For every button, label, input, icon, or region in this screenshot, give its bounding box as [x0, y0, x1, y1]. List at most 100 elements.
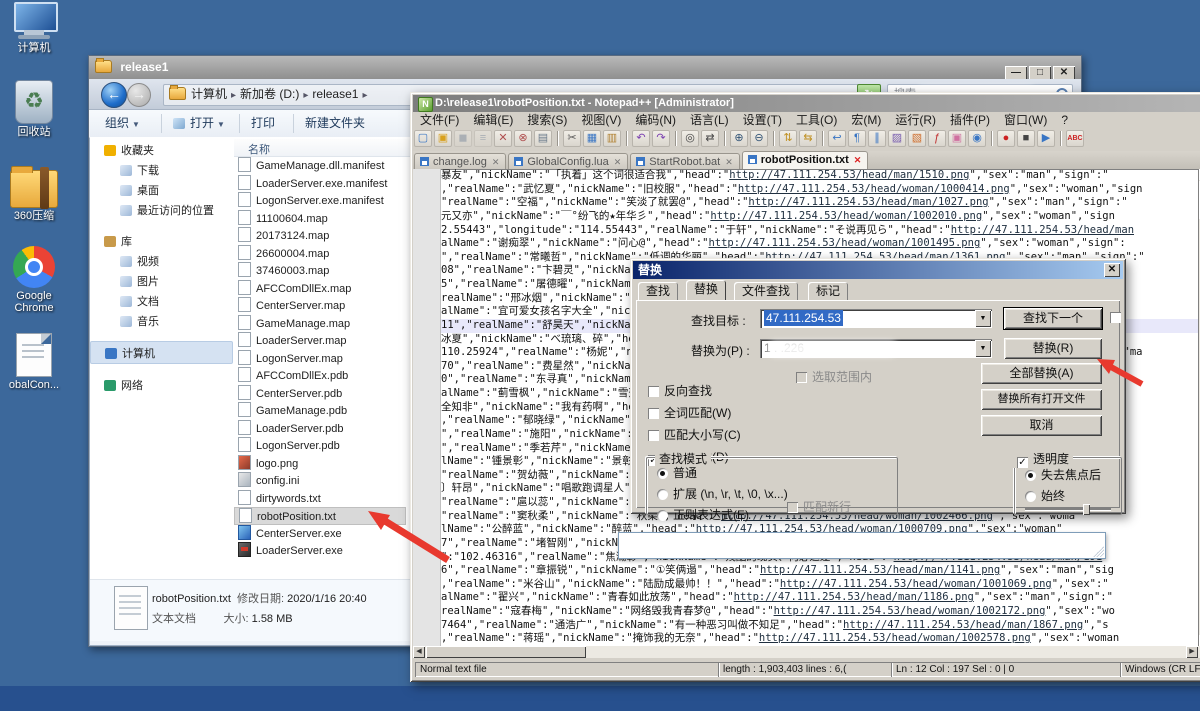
desktop-icon-recycle-bin[interactable]: ♻ 回收站: [2, 80, 66, 138]
replace-all-open-files-button[interactable]: 替换所有打开文件: [981, 389, 1102, 410]
menu-item[interactable]: 语言(L): [683, 113, 736, 127]
sidebar-item-1[interactable]: 收藏夹: [90, 139, 233, 160]
dialog-titlebar[interactable]: 替换 ✕: [633, 261, 1123, 279]
close-icon[interactable]: ✕: [494, 130, 512, 147]
menu-item[interactable]: 编辑(E): [466, 113, 520, 127]
replace-all-button[interactable]: 全部替换(A): [981, 363, 1102, 384]
search-mode-radio[interactable]: 正则表达式(E): [657, 506, 788, 523]
search-mode-radio[interactable]: 普通: [657, 464, 788, 481]
option-checkbox[interactable]: 全词匹配(W): [648, 404, 741, 421]
editor-tab-change-log[interactable]: change.log✕: [414, 153, 506, 170]
file-row[interactable]: LoaderServer.exe: [234, 542, 406, 560]
search-mode-radio[interactable]: 扩展 (\n, \r, \t, \0, \x...): [657, 485, 788, 502]
macro-record-icon[interactable]: ●: [997, 130, 1015, 147]
cancel-button[interactable]: 取消: [981, 415, 1102, 436]
file-row[interactable]: LoaderServer.map: [234, 332, 406, 350]
file-row[interactable]: LogonServer.exe.manifest: [234, 192, 406, 210]
menu-item[interactable]: ?: [1054, 113, 1075, 127]
toolbar-item-1[interactable]: 组织▼: [105, 115, 140, 133]
file-row[interactable]: CenterServer.exe: [234, 525, 406, 543]
sidebar-item-4[interactable]: 网络: [90, 374, 233, 395]
macro-stop-icon[interactable]: ■: [1017, 130, 1035, 147]
find-next-button[interactable]: 查找下一个: [1004, 308, 1102, 329]
tab-close-icon[interactable]: ✕: [720, 157, 733, 167]
back-button[interactable]: ←: [101, 82, 127, 108]
file-row[interactable]: LogonServer.pdb: [234, 437, 406, 455]
show-all-chars-icon[interactable]: ¶: [848, 130, 866, 147]
file-row[interactable]: LoaderServer.exe.manifest: [234, 175, 406, 193]
horizontal-scrollbar[interactable]: ◀ ▶: [413, 646, 1200, 658]
undo-icon[interactable]: ↶: [632, 130, 650, 147]
cut-icon[interactable]: ✂: [563, 130, 581, 147]
chevron-down-icon[interactable]: ▼: [975, 310, 991, 327]
tab-close-icon[interactable]: ✕: [849, 155, 862, 165]
file-row[interactable]: config.ini: [234, 472, 406, 490]
menu-item[interactable]: 窗口(W): [997, 113, 1054, 127]
file-row[interactable]: 26600004.map: [234, 245, 406, 263]
monitoring-icon[interactable]: ◉: [968, 130, 986, 147]
breadcrumb-separator-icon[interactable]: ▸: [299, 90, 312, 101]
sidebar-subitem[interactable]: 桌面: [90, 180, 233, 200]
desktop-icon-computer[interactable]: 计算机: [2, 2, 66, 54]
file-row[interactable]: 11100604.map: [234, 210, 406, 228]
file-row[interactable]: GameManage.dll.manifest: [234, 157, 406, 175]
resize-grip-icon[interactable]: [1093, 546, 1104, 557]
transparency-mode-radio[interactable]: 失去焦点后: [1025, 466, 1101, 483]
transparency-mode-radio[interactable]: 始终: [1025, 487, 1101, 504]
breadcrumb-separator-icon[interactable]: ▸: [358, 90, 371, 101]
notepadpp-titlebar[interactable]: N D:\release1\robotPosition.txt - Notepa…: [413, 95, 1200, 112]
sidebar-item-2[interactable]: 库: [90, 230, 233, 251]
forward-button[interactable]: →: [127, 83, 151, 107]
desktop-icon-chrome[interactable]: Google Chrome: [2, 246, 66, 314]
dialog-tab-active[interactable]: 替换: [686, 280, 726, 300]
file-row[interactable]: LoaderServer.pdb: [234, 420, 406, 438]
desktop-icon-globalcon-file[interactable]: obalCon...: [2, 333, 66, 391]
doc-switcher-icon[interactable]: ▧: [908, 130, 926, 147]
doc-map-icon[interactable]: ▨: [888, 130, 906, 147]
tab-close-icon[interactable]: ✕: [487, 157, 500, 167]
menu-item[interactable]: 插件(P): [943, 113, 997, 127]
copy-icon[interactable]: ▦: [583, 130, 601, 147]
breadcrumb-segment[interactable]: release1: [312, 87, 358, 101]
option-checkbox[interactable]: 匹配大小写(C): [648, 426, 741, 443]
function-list-icon[interactable]: ƒ: [928, 130, 946, 147]
sidebar-subitem[interactable]: 音乐: [90, 311, 233, 331]
file-row[interactable]: 20173124.map: [234, 227, 406, 245]
explorer-titlebar[interactable]: release1 —□✕: [89, 56, 1081, 79]
paste-icon[interactable]: ▥: [603, 130, 621, 147]
slider-thumb[interactable]: [1083, 504, 1090, 515]
dialog-tab-inactive[interactable]: 文件查找: [734, 282, 798, 300]
sidebar-subitem[interactable]: 下载: [90, 160, 233, 180]
menu-item[interactable]: 工具(O): [789, 113, 844, 127]
file-row[interactable]: GameManage.map: [234, 315, 406, 333]
sidebar-subitem[interactable]: 最近访问的位置: [90, 200, 233, 220]
menu-item[interactable]: 宏(M): [844, 113, 888, 127]
close-all-icon[interactable]: ⊗: [514, 130, 532, 147]
replace-icon[interactable]: ⇄: [701, 130, 719, 147]
editor-tab-GlobalConfig-lua[interactable]: GlobalConfig.lua✕: [508, 153, 628, 170]
dialog-tab-inactive[interactable]: 查找: [638, 282, 678, 300]
file-row[interactable]: CenterServer.map: [234, 297, 406, 315]
horizontal-scroll-thumb[interactable]: [426, 646, 586, 658]
file-row[interactable]: robotPosition.txt: [234, 507, 406, 525]
scroll-left-icon[interactable]: ◀: [413, 646, 425, 658]
open-folder-icon[interactable]: ▣: [434, 130, 452, 147]
word-wrap-icon[interactable]: ↩: [828, 130, 846, 147]
file-row[interactable]: GameManage.pdb: [234, 402, 406, 420]
scroll-right-icon[interactable]: ▶: [1186, 646, 1198, 658]
dialog-tab-inactive[interactable]: 标记: [808, 282, 848, 300]
file-row[interactable]: dirtywords.txt: [234, 490, 406, 508]
file-row[interactable]: CenterServer.pdb: [234, 385, 406, 403]
indent-guide-icon[interactable]: ∥: [868, 130, 886, 147]
toolbar-item-2[interactable]: 打开▼: [173, 115, 225, 133]
sync-v-scroll-icon[interactable]: ⇅: [779, 130, 797, 147]
sync-h-scroll-icon[interactable]: ⇆: [799, 130, 817, 147]
menu-item[interactable]: 视图(V): [574, 113, 628, 127]
macro-play-icon[interactable]: ▶: [1037, 130, 1055, 147]
find-target-combobox[interactable]: 47.111.254.53 ▼: [760, 309, 992, 328]
menu-item[interactable]: 设置(T): [736, 113, 789, 127]
breadcrumb-separator-icon[interactable]: ▸: [227, 90, 240, 101]
menu-item[interactable]: 文件(F): [413, 113, 466, 127]
zoom-in-icon[interactable]: ⊕: [730, 130, 748, 147]
toolbar-item-3[interactable]: 打印: [251, 115, 275, 132]
